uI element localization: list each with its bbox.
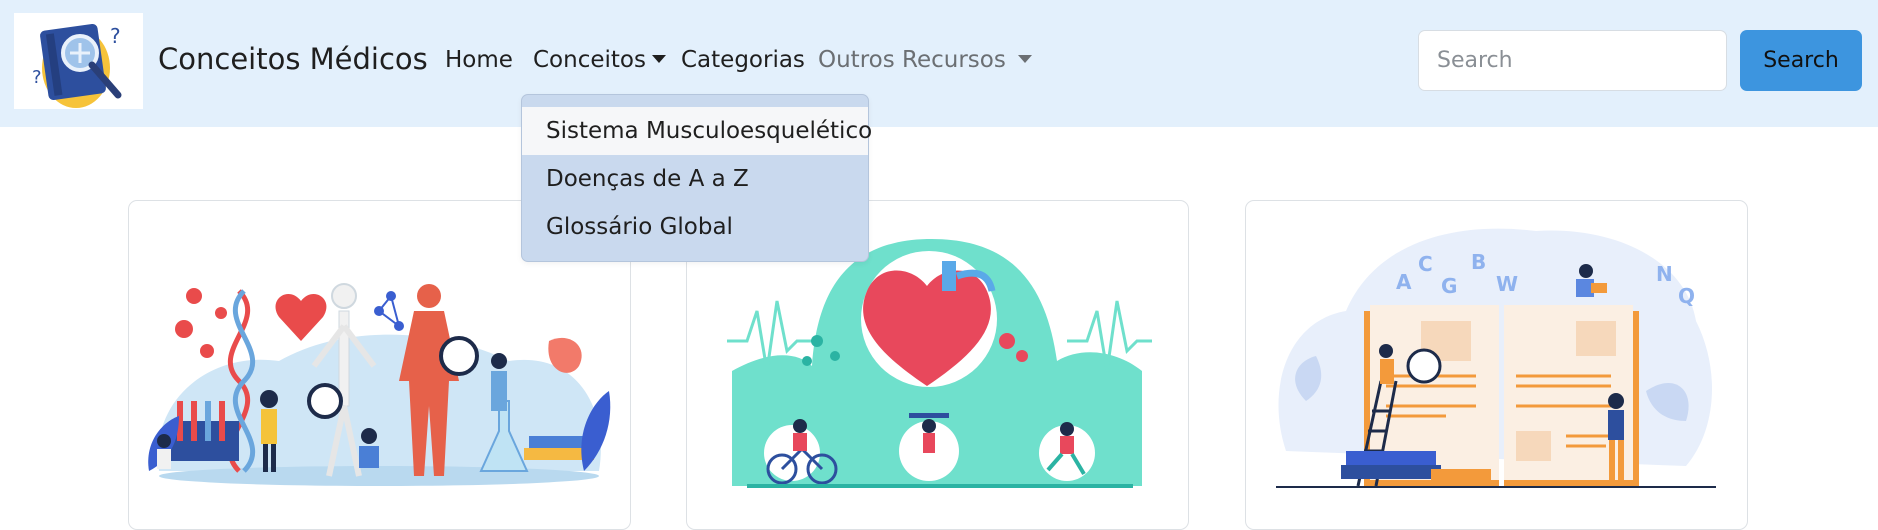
search-input[interactable] xyxy=(1418,30,1727,91)
nav-link-home[interactable]: Home xyxy=(445,47,513,73)
svg-text:C: C xyxy=(1418,252,1433,276)
nav-link-categorias[interactable]: Categorias xyxy=(681,47,805,73)
svg-text:W: W xyxy=(1496,272,1518,296)
glossary-book-illustration-icon: ACG BW NQ xyxy=(1276,228,1716,488)
svg-text:?: ? xyxy=(32,67,42,88)
svg-text:N: N xyxy=(1656,262,1673,286)
dropdown-item-doencas-a-z[interactable]: Doenças de A a Z xyxy=(522,155,868,203)
search-button[interactable]: Search xyxy=(1740,30,1862,91)
conceitos-dropdown-menu: Sistema Musculoesquelético Doenças de A … xyxy=(521,94,872,262)
navbar: ? ? Conceitos Médicos Home Conceitos Cat… xyxy=(0,0,1878,127)
logo[interactable]: ? ? xyxy=(14,13,143,109)
svg-text:G: G xyxy=(1441,274,1457,298)
nav-link-conceitos-label: Conceitos xyxy=(533,47,646,73)
brand-title[interactable]: Conceitos Médicos xyxy=(158,42,428,76)
letter-a: A xyxy=(1396,270,1412,294)
svg-text:?: ? xyxy=(110,24,121,48)
caret-down-icon xyxy=(1017,54,1032,63)
dropdown-item-sistema-musculoesqueletico[interactable]: Sistema Musculoesquelético xyxy=(522,107,872,155)
svg-text:B: B xyxy=(1471,250,1486,274)
nav-dropdown-outros-recursos[interactable]: Outros Recursos xyxy=(818,47,1032,73)
dropdown-item-glossario-global[interactable]: Glossário Global xyxy=(522,203,868,251)
nav-link-outros-recursos-label: Outros Recursos xyxy=(818,47,1006,73)
medical-book-logo-icon: ? ? xyxy=(32,23,122,108)
svg-text:Q: Q xyxy=(1678,284,1695,308)
card-glossary[interactable]: ACG BW NQ xyxy=(1245,200,1748,530)
nav-dropdown-conceitos[interactable]: Conceitos xyxy=(533,47,666,73)
caret-down-icon xyxy=(651,54,666,63)
